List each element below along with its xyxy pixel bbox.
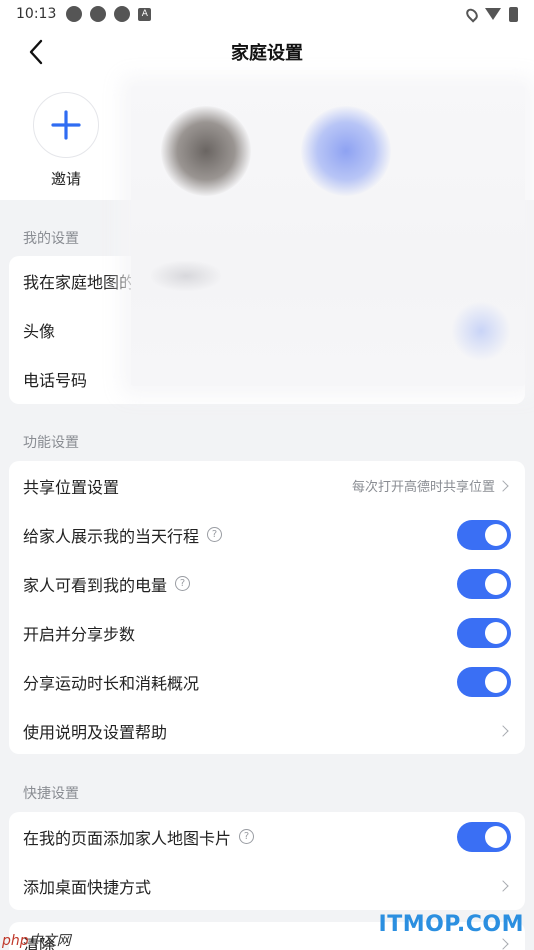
site-watermark: ITMOP.COM	[378, 912, 524, 937]
avatar-label: 头像	[23, 321, 56, 341]
share-exercise-toggle[interactable]	[457, 666, 511, 697]
map-display-label: 我在家庭地图的	[23, 272, 136, 292]
share-steps-label: 开启并分享步数	[23, 624, 136, 644]
show-trip-row: 给家人展示我的当天行程 ?	[23, 510, 511, 559]
chevron-right-icon	[497, 479, 509, 492]
share-steps-row: 开启并分享步数	[23, 608, 511, 657]
map-card-toggle[interactable]	[457, 821, 511, 852]
desktop-shortcut-label: 添加桌面快捷方式	[23, 877, 152, 897]
notification-icon	[90, 6, 107, 22]
php-watermark: php中文网	[2, 933, 71, 949]
my-settings-title: 我的设置	[23, 231, 79, 247]
show-trip-label: 给家人展示我的当天行程	[23, 526, 200, 546]
invite-circle	[33, 92, 99, 158]
blurred-avatar	[161, 106, 251, 196]
help-icon[interactable]: ?	[207, 527, 223, 542]
quick-settings-title: 快捷设置	[23, 786, 79, 802]
function-settings-card: 共享位置设置 每次打开高德时共享位置 给家人展示我的当天行程 ? 家人可看到我的…	[9, 461, 525, 754]
function-settings-title: 功能设置	[23, 435, 79, 451]
blurred-avatar	[451, 301, 511, 361]
blurred-avatar	[301, 106, 391, 196]
chevron-right-icon	[497, 938, 509, 950]
wifi-icon	[485, 8, 501, 20]
status-bar: 10:13 A	[0, 0, 534, 28]
share-location-value: 每次打开高德时共享位置	[351, 480, 495, 495]
share-exercise-label: 分享运动时长和消耗概况	[23, 673, 200, 693]
plus-icon	[51, 110, 81, 140]
battery-icon	[509, 6, 518, 22]
status-time: 10:13	[16, 6, 57, 22]
back-button[interactable]	[22, 38, 50, 66]
notification-icon	[66, 6, 83, 22]
page-title: 家庭设置	[231, 43, 303, 64]
location-icon	[463, 5, 481, 23]
status-right	[463, 5, 518, 23]
status-indicator-icon: A	[138, 7, 152, 21]
invite-button[interactable]: 邀请	[33, 92, 99, 189]
back-arrow-icon	[29, 39, 43, 65]
quick-settings-card: 在我的页面添加家人地图卡片 ? 添加桌面快捷方式	[9, 812, 525, 910]
chevron-right-icon	[497, 724, 509, 737]
notification-icon	[114, 6, 131, 22]
show-trip-toggle[interactable]	[457, 519, 511, 550]
map-card-row: 在我的页面添加家人地图卡片 ?	[23, 812, 511, 861]
help-label: 使用说明及设置帮助	[23, 722, 168, 742]
phone-label: 电话号码	[23, 370, 88, 390]
battery-visible-label: 家人可看到我的电量	[23, 575, 168, 595]
blurred-member-area	[131, 86, 525, 386]
header: 家庭设置	[0, 28, 534, 76]
map-card-label: 在我的页面添加家人地图卡片	[23, 828, 232, 848]
share-location-row[interactable]: 共享位置设置 每次打开高德时共享位置	[23, 461, 511, 510]
share-steps-toggle[interactable]	[457, 617, 511, 648]
help-icon[interactable]: ?	[175, 576, 191, 591]
share-location-label: 共享位置设置	[23, 477, 120, 497]
battery-visible-row: 家人可看到我的电量 ?	[23, 559, 511, 608]
help-row[interactable]: 使用说明及设置帮助	[23, 706, 511, 755]
battery-visible-toggle[interactable]	[457, 568, 511, 599]
blurred-text	[151, 261, 221, 291]
desktop-shortcut-row[interactable]: 添加桌面快捷方式	[23, 861, 511, 910]
help-icon[interactable]: ?	[239, 829, 255, 844]
chevron-right-icon	[497, 879, 509, 892]
invite-label: 邀请	[50, 170, 81, 188]
share-exercise-row: 分享运动时长和消耗概况	[23, 657, 511, 706]
